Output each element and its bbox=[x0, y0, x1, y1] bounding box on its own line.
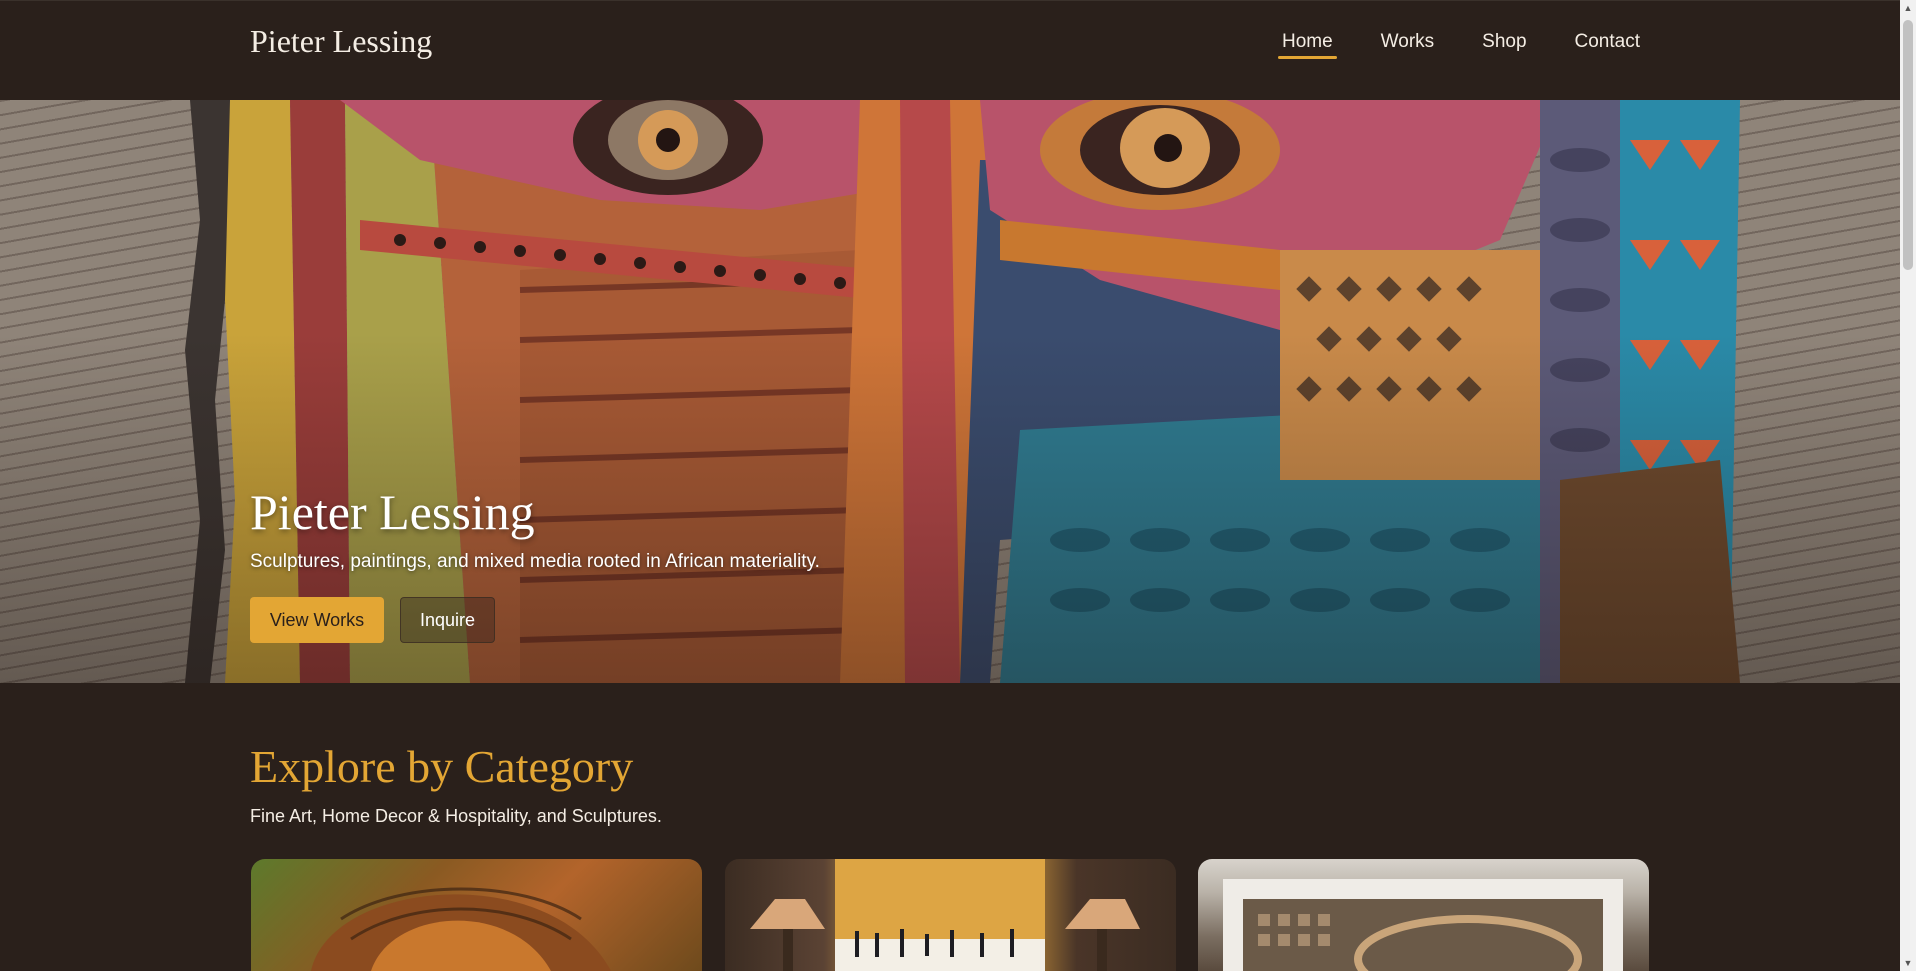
category-card-sculptures[interactable] bbox=[1198, 859, 1649, 971]
main-nav: Home Works Shop Contact bbox=[1238, 31, 1644, 59]
hero-shade-overlay bbox=[0, 100, 1900, 683]
category-section-title: Explore by Category bbox=[250, 741, 634, 792]
inquire-button[interactable]: Inquire bbox=[400, 597, 495, 643]
nav-works-link[interactable]: Works bbox=[1377, 31, 1438, 59]
nav-contact-link[interactable]: Contact bbox=[1571, 31, 1644, 59]
nav-shop-link[interactable]: Shop bbox=[1478, 31, 1530, 59]
fine-art-card-image bbox=[311, 887, 611, 971]
scroll-down-icon[interactable]: ▼ bbox=[1903, 958, 1913, 968]
hero-banner: Pieter Lessing Sculptures, paintings, an… bbox=[0, 100, 1900, 683]
home-decor-card-image bbox=[750, 859, 1140, 971]
category-card-home-decor[interactable] bbox=[725, 859, 1176, 971]
hero-subtitle: Sculptures, paintings, and mixed media r… bbox=[250, 551, 820, 572]
hero-title: Pieter Lessing bbox=[250, 484, 535, 540]
view-works-button[interactable]: View Works bbox=[250, 597, 384, 643]
scrollbar-thumb[interactable] bbox=[1903, 20, 1913, 270]
scroll-up-icon[interactable]: ▲ bbox=[1903, 3, 1913, 13]
brand-logo-text[interactable]: Pieter Lessing bbox=[250, 23, 432, 60]
sculptures-card-image bbox=[1223, 879, 1623, 971]
category-section-subtitle: Fine Art, Home Decor & Hospitality, and … bbox=[250, 806, 662, 826]
nav-home-link[interactable]: Home bbox=[1277, 31, 1337, 59]
site-header: Pieter Lessing Home Works Shop Contact bbox=[0, 0, 1900, 101]
category-card-fine-art[interactable] bbox=[251, 859, 702, 971]
